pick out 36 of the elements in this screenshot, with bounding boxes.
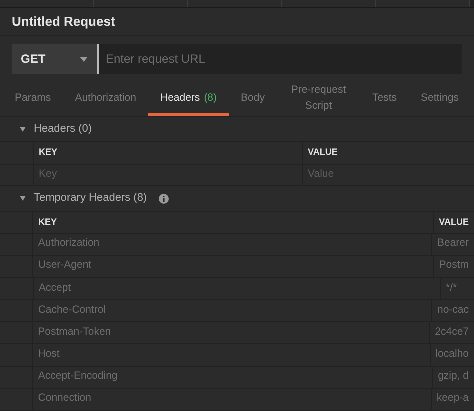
tab[interactable]: Params <box>3 84 64 116</box>
header-value: keep-a <box>436 391 469 406</box>
header-key: User-Agent <box>38 258 92 274</box>
column-header: KEY <box>39 146 58 160</box>
tab[interactable]: Body <box>229 84 277 116</box>
header-value: */* <box>446 280 458 296</box>
header-value: localho <box>436 347 469 362</box>
header-value: Postm <box>439 258 469 274</box>
header-value: gzip, d <box>438 369 469 384</box>
header-key: Authorization <box>38 236 100 252</box>
column-header: VALUE <box>439 216 469 228</box>
header-key: Accept <box>39 280 72 296</box>
tab[interactable]: Authorization <box>63 84 148 116</box>
request-title: Untitled Request <box>12 12 116 31</box>
collapse-icon[interactable] <box>20 126 26 132</box>
url-field[interactable]: Enter request URL <box>97 44 462 74</box>
header-key: Connection <box>38 391 92 408</box>
section-title[interactable]: Temporary Headers (8) <box>34 190 148 207</box>
section-title[interactable]: Headers (0) <box>34 120 92 138</box>
tab[interactable]: Tests <box>360 84 410 116</box>
header-value: no-cac <box>437 302 469 318</box>
caret-icon <box>80 56 88 62</box>
tab[interactable]: Settings <box>409 84 471 116</box>
header-key: Postman-Token <box>38 324 112 341</box>
column-header: KEY <box>38 216 57 228</box>
method-dropdown[interactable]: GET <box>12 44 97 74</box>
collapse-icon[interactable] <box>20 196 26 202</box>
header-key: Host <box>38 347 60 363</box>
tab[interactable]: Pre-request Script <box>276 84 361 116</box>
header-value: Bearer <box>437 236 469 252</box>
header-key: Cache-Control <box>38 302 106 319</box>
header-key: Accept-Encoding <box>38 369 118 386</box>
header-value: 2c4ce7 <box>435 324 469 340</box>
column-header: VALUE <box>308 146 338 160</box>
info-icon[interactable] <box>159 194 170 204</box>
tab[interactable]: Headers (8) <box>148 84 230 116</box>
